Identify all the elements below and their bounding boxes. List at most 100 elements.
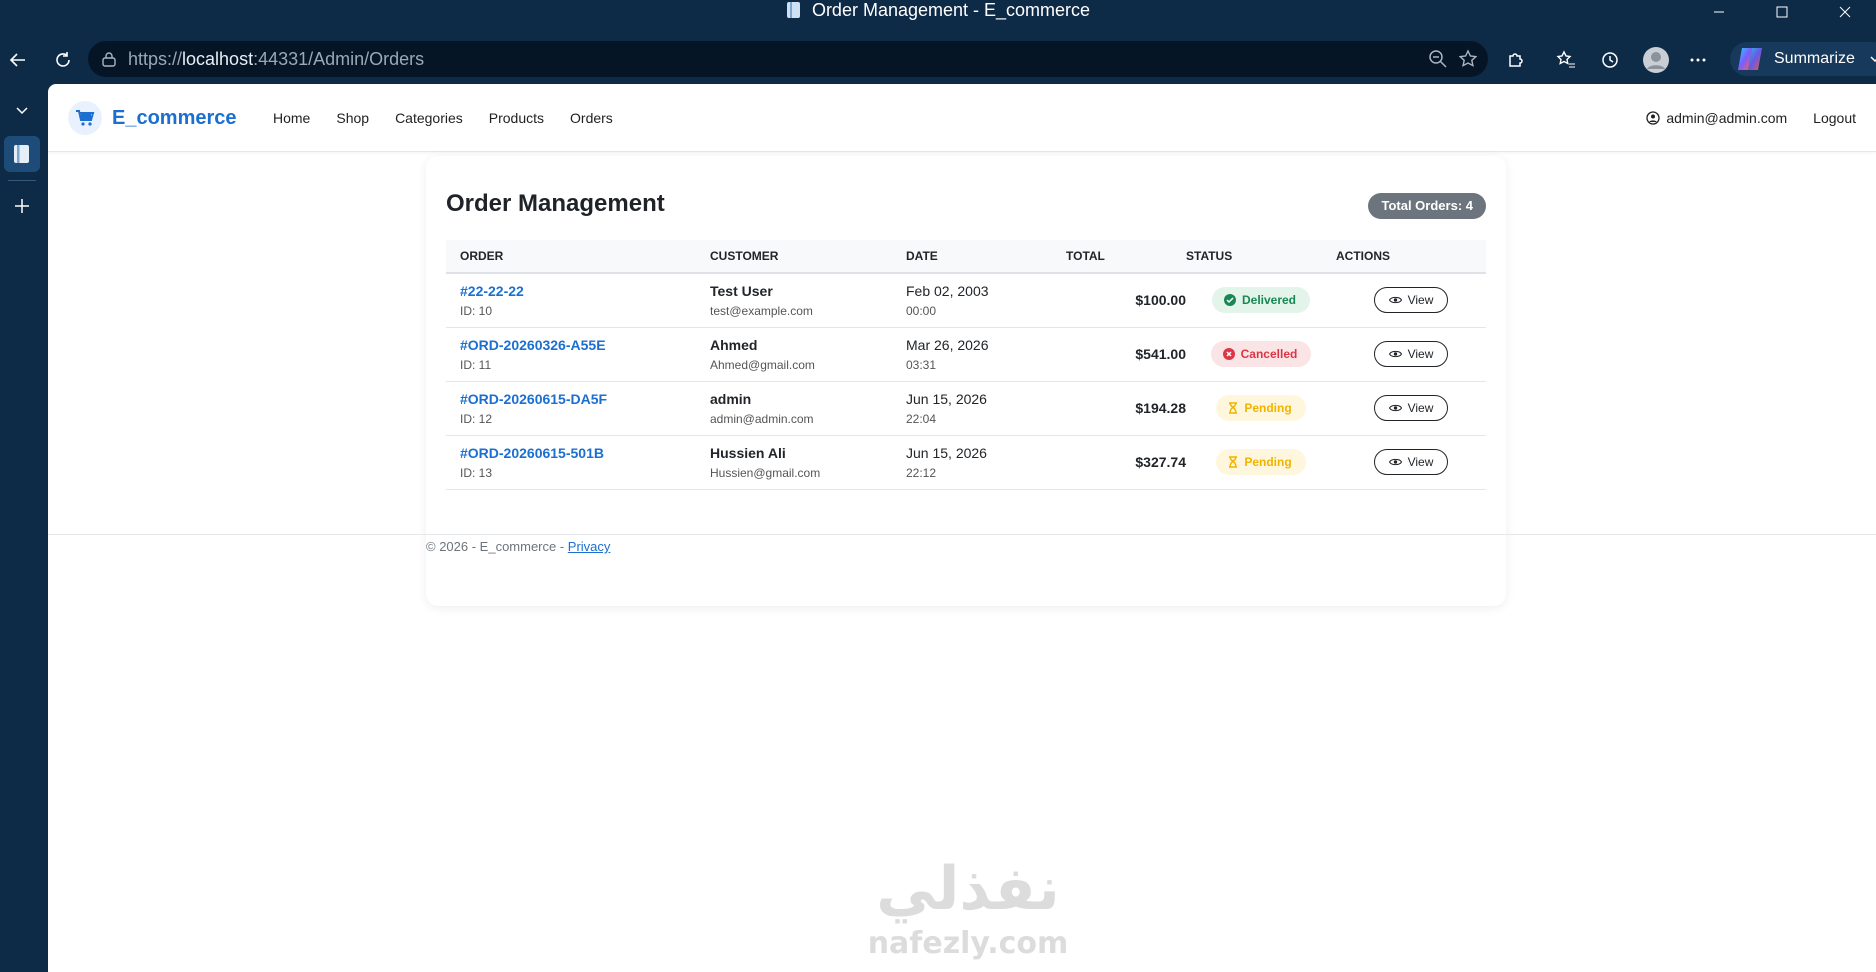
collapse-tabs-button[interactable] (4, 92, 40, 128)
more-button[interactable] (1682, 44, 1714, 76)
view-order-button[interactable]: View (1373, 341, 1449, 367)
maximize-icon (1776, 6, 1787, 18)
copilot-icon (1738, 48, 1762, 70)
customer-email: test@example.com (710, 303, 813, 318)
extensions-button[interactable] (1500, 44, 1532, 76)
logout-link[interactable]: Logout (1813, 110, 1856, 126)
url-host: localhost (182, 49, 254, 69)
col-header-status: Status (1186, 240, 1336, 274)
url-text[interactable]: https://localhost:44331/Admin/Orders (128, 41, 424, 77)
refresh-icon (56, 52, 70, 67)
nav-shop[interactable]: Shop (336, 110, 369, 126)
status-label: Pending (1244, 455, 1292, 469)
hourglass-icon (1229, 402, 1238, 414)
avatar-icon (1643, 47, 1669, 73)
customer-email: admin@admin.com (710, 411, 814, 426)
status-label: Delivered (1241, 293, 1297, 308)
orders-table: Order Customer Date Total Status Actions… (446, 240, 1486, 490)
status-badge: Pending (1216, 395, 1306, 421)
customer-email: Hussien@gmail.com (710, 465, 821, 480)
order-number-link[interactable]: #22-22-22 (460, 283, 710, 299)
nav-home[interactable]: Home (273, 110, 310, 126)
order-number-link[interactable]: #ORD-20260615-501B (460, 445, 710, 461)
back-button[interactable] (2, 44, 34, 76)
order-date: Jun 15, 2026 (906, 444, 987, 461)
site-navbar: E_commerce Home Shop Categories Products… (48, 84, 1876, 152)
col-header-date: Date (906, 240, 1066, 274)
status-badge: Pending (1216, 449, 1306, 475)
status-badge: Cancelled (1210, 341, 1312, 367)
history-button[interactable] (1594, 44, 1626, 76)
status-badge: Delivered (1211, 287, 1311, 314)
nav-orders[interactable]: Orders (570, 110, 613, 126)
status-label: Pending (1244, 401, 1292, 415)
customer-name: Hussien Ali (710, 444, 786, 461)
view-order-button[interactable]: View (1373, 449, 1449, 475)
order-time: 22:04 (906, 411, 937, 426)
profile-button[interactable] (1640, 44, 1672, 76)
order-id: ID: 10 (460, 303, 493, 318)
order-total: $327.74 (1135, 454, 1186, 470)
active-tab-button[interactable] (4, 136, 40, 172)
view-order-button[interactable]: View (1373, 287, 1449, 314)
refresh-button[interactable] (47, 44, 79, 76)
star-icon[interactable] (1458, 49, 1478, 69)
close-button[interactable] (1813, 0, 1876, 24)
order-date: Jun 15, 2026 (906, 390, 987, 407)
watermark-arabic: نفذلي (876, 854, 1060, 924)
view-order-button[interactable]: View (1373, 395, 1449, 421)
window-title-text: Order Management - E_commerce (811, 0, 1091, 20)
order-time: 03:31 (906, 357, 937, 372)
new-tab-button[interactable] (4, 188, 40, 224)
order-number-link[interactable]: #ORD-20260615-DA5F (460, 391, 710, 407)
view-label: View (1407, 293, 1434, 308)
user-account-link[interactable]: admin@admin.com (1646, 110, 1787, 126)
customer-name: admin (710, 390, 752, 407)
x-circle-icon (1222, 348, 1235, 360)
order-total: $100.00 (1135, 292, 1186, 309)
eye-icon (1388, 297, 1402, 304)
history-icon (1602, 52, 1618, 68)
order-number-link[interactable]: #ORD-20260326-A55E (460, 337, 710, 353)
col-header-customer: Customer (710, 240, 906, 274)
col-header-actions: Actions (1336, 240, 1486, 274)
brand-name: E_commerce (112, 106, 237, 129)
maximize-button[interactable] (1750, 0, 1813, 24)
view-label: View (1407, 347, 1434, 361)
page-tab-icon (14, 145, 29, 163)
brand-link[interactable]: E_commerce (68, 100, 237, 136)
close-icon (1839, 6, 1850, 18)
zoom-out-icon[interactable] (1428, 49, 1448, 69)
page-title: Order Management (446, 190, 665, 217)
copyright-text: © 2026 - E_commerce - (426, 539, 568, 554)
page-tab-icon (786, 2, 800, 18)
sidebar-divider (8, 180, 36, 181)
url-rest: :44331/Admin/Orders (253, 49, 425, 69)
site-footer: © 2026 - E_commerce - Privacy (48, 534, 1876, 554)
table-row: #ORD-20260615-501B ID: 13 Hussien Ali Huss… (446, 435, 1486, 490)
order-time: 22:12 (906, 465, 937, 480)
view-label: View (1407, 455, 1434, 469)
summarize-button[interactable]: Summarize (1730, 42, 1876, 76)
col-header-total: Total (1066, 240, 1186, 274)
favorites-button[interactable] (1550, 44, 1582, 76)
eye-icon (1388, 458, 1402, 466)
url-prefix: https:// (128, 49, 183, 69)
eye-icon (1388, 404, 1402, 412)
cart-badge (68, 101, 102, 135)
order-total: $541.00 (1135, 346, 1186, 362)
privacy-link[interactable]: Privacy (568, 539, 611, 554)
address-bar[interactable]: https://localhost:44331/Admin/Orders (88, 41, 1488, 77)
nav-categories[interactable]: Categories (395, 110, 463, 126)
minimize-icon (1713, 11, 1724, 13)
puzzle-icon (1509, 53, 1523, 67)
lock-icon (102, 52, 116, 67)
eye-icon (1388, 350, 1402, 358)
web-page: E_commerce Home Shop Categories Products… (48, 84, 1876, 972)
order-total: $194.28 (1135, 400, 1186, 416)
nav-products[interactable]: Products (489, 110, 544, 126)
minimize-button[interactable] (1687, 0, 1750, 24)
check-circle-icon (1223, 294, 1236, 307)
arrow-left-icon (9, 53, 25, 67)
table-header-row: Order Customer Date Total Status Actions (446, 240, 1486, 274)
